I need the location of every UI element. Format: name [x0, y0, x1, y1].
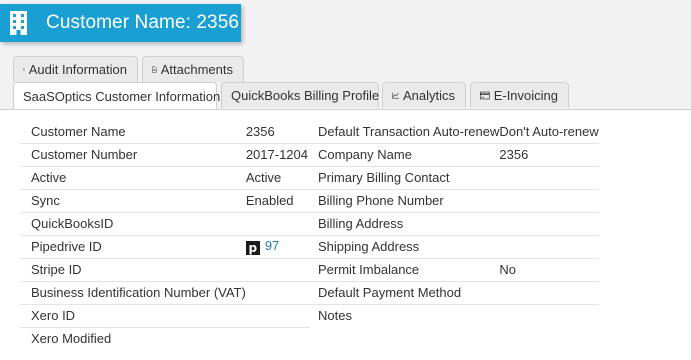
tab-label: Attachments — [160, 62, 233, 77]
field-value: Don't Auto-renew — [499, 120, 599, 144]
field-row-customer-number: Customer Number 2017-1204 — [20, 143, 310, 167]
field-value: 2017-1204 — [245, 143, 310, 167]
field-row-default-auto-renew: Default Transaction Auto-renew Don't Aut… — [310, 120, 599, 144]
customer-info-panel: Customer Name 2356 Customer Number 2017-… — [0, 109, 691, 360]
field-label: Billing Phone Number — [310, 189, 500, 213]
field-value: 2356 — [499, 143, 599, 167]
tab-label: SaaSOptics Customer Information — [23, 88, 221, 104]
field-label: QuickBooksID — [20, 212, 246, 236]
field-value — [499, 281, 599, 305]
field-value: p 97 — [245, 235, 310, 259]
field-value — [499, 212, 599, 236]
field-label: Sync — [20, 189, 246, 213]
field-row-company-name: Company Name 2356 — [310, 143, 599, 167]
field-value — [499, 166, 599, 190]
field-label: Default Transaction Auto-renew — [310, 120, 500, 144]
tab-e-invoicing[interactable]: E-Invoicing — [470, 82, 569, 108]
pipedrive-logo-icon: p — [245, 241, 260, 255]
field-row-billing-address: Billing Address — [310, 212, 599, 236]
field-row-primary-billing-contact: Primary Billing Contact — [310, 166, 599, 190]
field-label: Stripe ID — [20, 258, 246, 282]
field-value: 2356 — [245, 120, 310, 144]
tab-analytics[interactable]: Analytics — [382, 82, 466, 108]
field-value — [499, 304, 598, 327]
field-row-billing-phone: Billing Phone Number — [310, 189, 599, 213]
page-header: Customer Name: 2356 — [0, 4, 241, 42]
tab-attachments[interactable]: Attachments — [142, 56, 244, 82]
field-row-active: Active Active — [20, 166, 310, 190]
field-row-sync: Sync Enabled — [20, 189, 310, 213]
chart-icon — [392, 92, 399, 99]
building-icon — [10, 11, 27, 35]
field-value — [245, 258, 310, 282]
field-row-permit-imbalance: Permit Imbalance No — [310, 258, 599, 282]
field-row-stripe-id: Stripe ID — [20, 258, 310, 282]
field-row-xero-id: Xero ID — [20, 304, 310, 328]
tab-label: Audit Information — [28, 62, 127, 77]
field-label: Xero Modified — [31, 331, 112, 347]
field-row-quickbooksid: QuickBooksID — [20, 212, 310, 236]
tab-saasoptics-customer-information[interactable]: SaaSOptics Customer Information — [13, 82, 221, 109]
field-row-xero-modified: Xero Modified — [20, 327, 310, 350]
field-label: Pipedrive ID — [20, 235, 246, 259]
field-value — [245, 212, 310, 236]
pipedrive-id-link[interactable]: 97 — [265, 238, 279, 253]
tab-label: Analytics — [402, 88, 455, 103]
field-row-vat: Business Identification Number (VAT) — [20, 281, 310, 305]
field-value: No — [499, 258, 599, 282]
document-icon — [152, 66, 157, 73]
field-value: Enabled — [245, 189, 310, 213]
card-icon — [480, 91, 490, 100]
field-label: Xero ID — [20, 304, 246, 328]
field-value — [499, 189, 599, 213]
field-value — [499, 235, 599, 259]
field-label: Company Name — [310, 143, 500, 167]
field-row-shipping-address: Shipping Address — [310, 235, 599, 259]
page-title: Customer Name: 2356 — [46, 12, 240, 33]
right-field-table: Default Transaction Auto-renew Don't Aut… — [310, 120, 599, 327]
field-row-notes: Notes — [310, 304, 599, 327]
field-label: Active — [20, 166, 246, 190]
field-value — [245, 281, 310, 305]
field-label: Business Identification Number (VAT) — [20, 281, 246, 305]
field-label: Billing Address — [310, 212, 500, 236]
left-field-table: Customer Name 2356 Customer Number 2017-… — [20, 120, 310, 350]
tab-quickbooks-billing-profile[interactable]: QuickBooks Billing Profile — [221, 82, 379, 108]
field-label: Customer Number — [20, 143, 246, 167]
tab-label: QuickBooks Billing Profile — [231, 88, 380, 103]
field-label: Customer Name — [20, 120, 246, 144]
field-label: Permit Imbalance — [310, 258, 500, 282]
field-label: Notes — [318, 308, 352, 324]
field-label: Shipping Address — [310, 235, 500, 259]
field-value — [245, 304, 310, 328]
field-value — [246, 327, 310, 350]
field-label: Primary Billing Contact — [310, 166, 500, 190]
field-label: Default Payment Method — [310, 281, 500, 305]
tab-audit-information[interactable]: Audit Information — [13, 56, 138, 82]
field-row-default-payment-method: Default Payment Method — [310, 281, 599, 305]
tab-label: E-Invoicing — [493, 88, 558, 103]
field-value: Active — [245, 166, 310, 190]
clipboard-icon — [23, 68, 25, 71]
field-row-pipedrive-id: Pipedrive ID p 97 — [20, 235, 310, 259]
field-row-customer-name: Customer Name 2356 — [20, 120, 310, 144]
